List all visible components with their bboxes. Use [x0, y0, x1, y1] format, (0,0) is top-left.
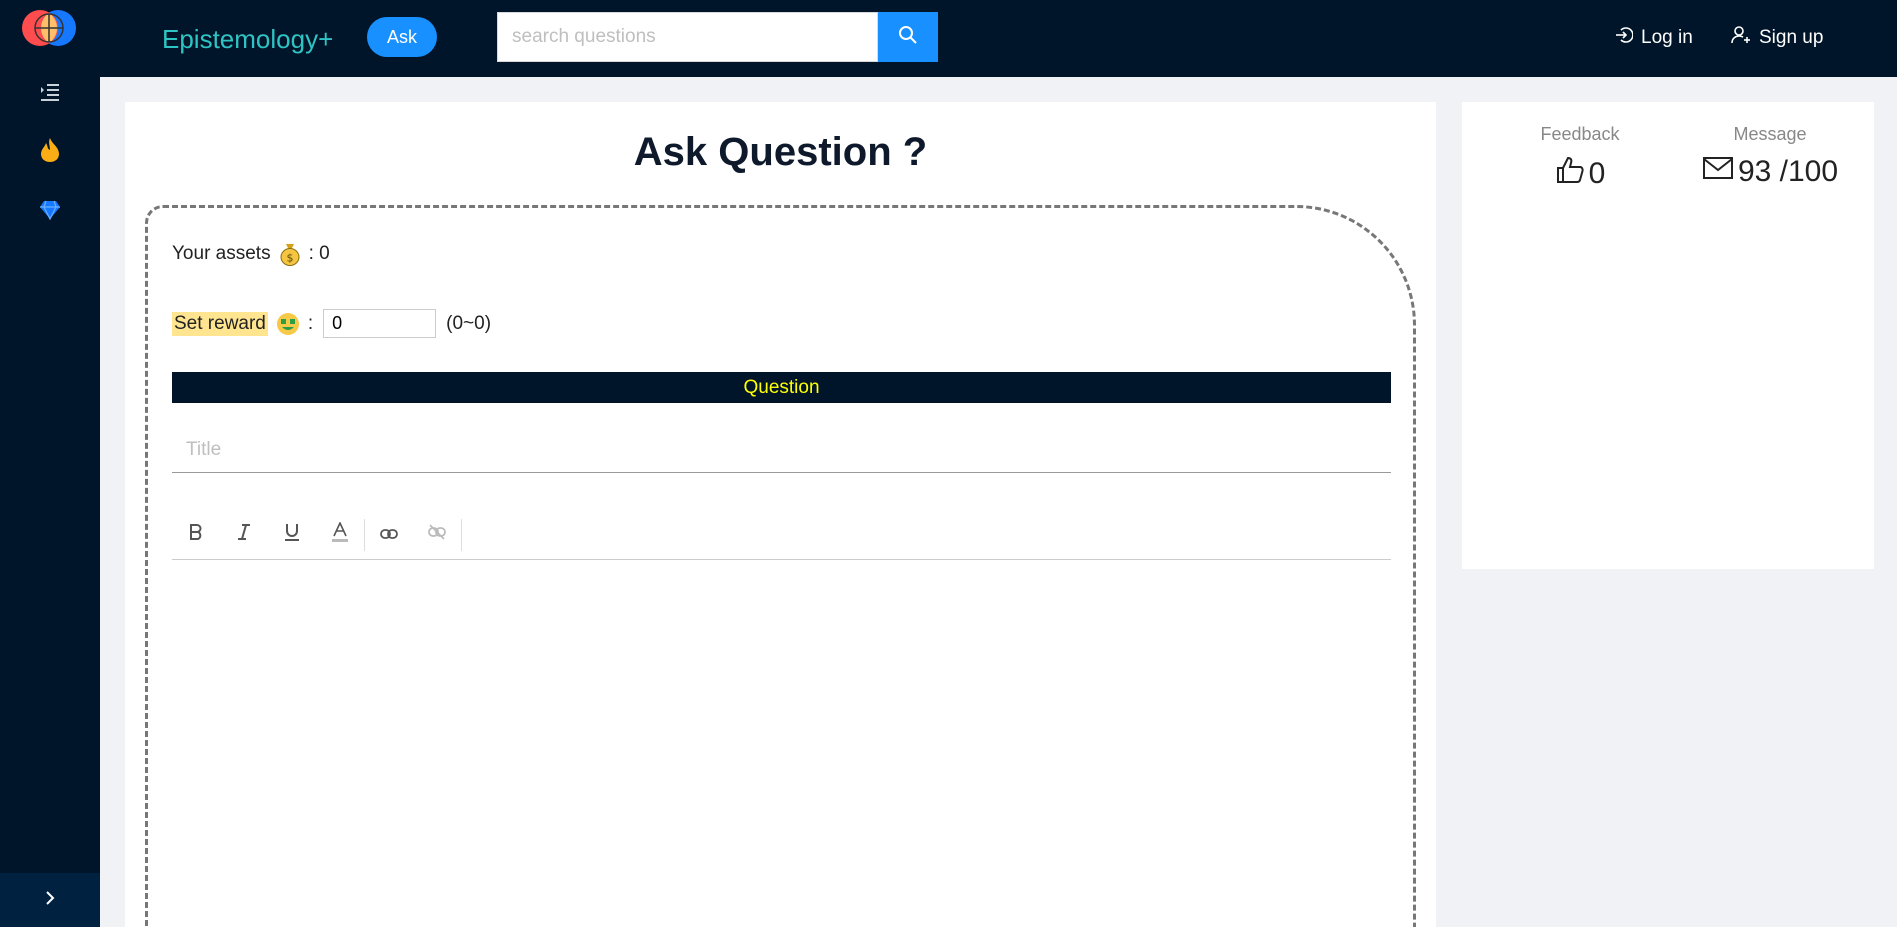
menu-indent-icon[interactable] [35, 77, 65, 107]
sidebar [0, 0, 100, 927]
underline-button[interactable] [268, 515, 316, 555]
feedback-label: Feedback [1540, 124, 1620, 144]
diamond-icon[interactable] [35, 195, 65, 225]
search-input[interactable] [498, 13, 877, 61]
svg-text:$: $ [286, 252, 293, 265]
chevron-right-icon [44, 890, 56, 911]
ask-button[interactable]: Ask [367, 17, 437, 57]
reward-label: Set reward [172, 311, 268, 336]
brand-title[interactable]: Epistemology+ [162, 24, 333, 55]
reward-input[interactable] [323, 309, 437, 338]
stats-card: Feedback 0 Message 93 /100 [1462, 102, 1874, 569]
message-value: 93 /100 [1737, 155, 1839, 188]
login-link[interactable]: Log in [1615, 26, 1693, 50]
reward-colon: : [307, 312, 314, 334]
bold-button[interactable] [172, 515, 220, 555]
editor-toolbar [172, 510, 1391, 560]
mail-icon [1702, 155, 1738, 189]
link-button[interactable] [365, 515, 413, 555]
ask-question-card: Ask Question ? Your assets $ : 0 Set rew… [125, 102, 1436, 927]
question-header: Question [172, 372, 1391, 403]
login-label: Log in [1641, 27, 1693, 48]
signup-link[interactable]: Sign up [1731, 26, 1823, 50]
feedback-stat[interactable]: Feedback 0 [1510, 124, 1650, 193]
question-editor[interactable] [172, 562, 1391, 922]
page-title: Ask Question ? [633, 130, 928, 174]
toolbar-divider [461, 518, 462, 551]
font-color-icon [331, 521, 349, 547]
login-icon [1615, 26, 1641, 50]
bold-icon [189, 524, 203, 545]
money-face-icon [276, 312, 300, 336]
search-button[interactable] [878, 12, 938, 62]
feedback-value: 0 [1588, 157, 1606, 190]
italic-button[interactable] [220, 515, 268, 555]
search-box [497, 12, 878, 62]
underline-icon [284, 523, 300, 546]
reward-range: (0~0) [446, 312, 492, 334]
top-header: Epistemology+ Ask Log in Sign up [100, 0, 1897, 77]
assets-value: : 0 [308, 243, 330, 264]
unlink-icon [428, 524, 446, 545]
assets-label: Your assets [172, 243, 271, 264]
link-icon [380, 524, 398, 545]
money-bag-icon: $ [279, 242, 301, 266]
sidebar-collapse-toggle[interactable] [0, 873, 100, 927]
assets-row: Your assets $ : 0 [172, 242, 330, 266]
italic-icon [237, 524, 251, 545]
title-input[interactable] [172, 427, 1391, 473]
like-icon [1555, 155, 1589, 193]
search-icon [898, 25, 918, 50]
unlink-button[interactable] [413, 515, 461, 555]
fire-icon[interactable] [35, 135, 65, 165]
message-label: Message [1733, 124, 1807, 144]
user-add-icon [1731, 26, 1759, 50]
reward-row: Set reward : (0~0) [172, 309, 491, 338]
app-logo[interactable] [18, 8, 78, 48]
font-color-button[interactable] [316, 515, 364, 555]
message-stat[interactable]: Message 93 /100 [1690, 124, 1850, 189]
signup-label: Sign up [1759, 27, 1824, 48]
